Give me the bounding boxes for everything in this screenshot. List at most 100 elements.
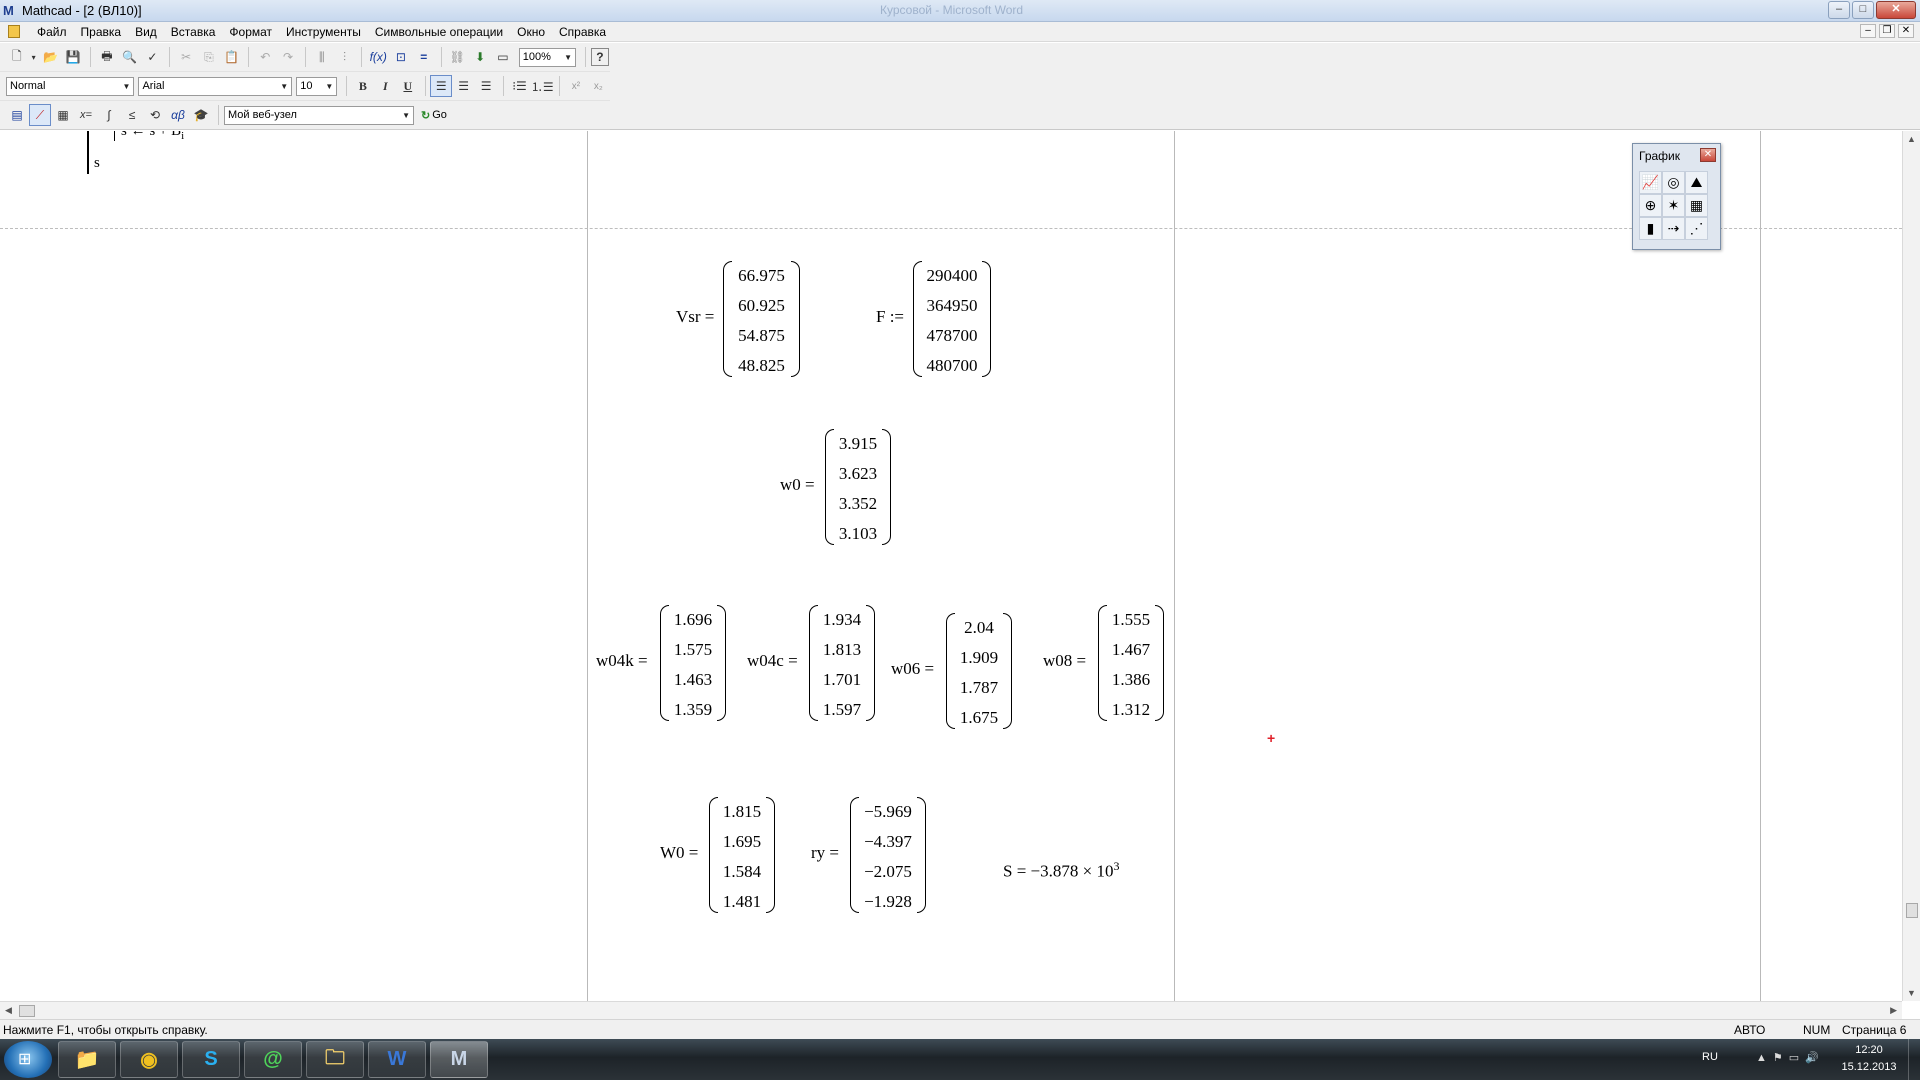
capital-w0-label[interactable]: W0 =: [660, 843, 698, 863]
programming-toolbar-icon[interactable]: ⟲: [144, 104, 166, 126]
xy-plot-icon[interactable]: 📈: [1639, 171, 1662, 194]
open-folder-icon[interactable]: 📂: [40, 46, 62, 68]
align-left-icon[interactable]: ☰: [430, 75, 452, 97]
contour-plot-icon[interactable]: ⊕: [1639, 194, 1662, 217]
menu-file[interactable]: Файл: [30, 24, 74, 40]
mathcad-app-icon[interactable]: M: [3, 3, 19, 19]
redo-icon[interactable]: ↷: [277, 46, 299, 68]
calculus-toolbar-icon[interactable]: ∫: [98, 104, 120, 126]
subscript-icon[interactable]: x₂: [588, 75, 609, 97]
w04c-label[interactable]: w04c =: [747, 651, 798, 671]
w0-matrix[interactable]: 3.915 3.623 3.352 3.103: [825, 429, 891, 545]
greek-toolbar-icon[interactable]: αβ: [167, 104, 189, 126]
clock-time[interactable]: 12:20: [1838, 1044, 1900, 1056]
w08-label[interactable]: w08 =: [1043, 651, 1086, 671]
align-center-icon[interactable]: ☰: [453, 75, 474, 97]
calculator-toolbar-icon[interactable]: ▤: [6, 104, 28, 126]
insert-function-icon[interactable]: f(x): [367, 46, 389, 68]
polar-plot-icon[interactable]: ◎: [1662, 171, 1685, 194]
doc-close-button[interactable]: ✕: [1898, 24, 1914, 38]
doc-minimize-button[interactable]: –: [1860, 24, 1876, 38]
insert-hyperlink-icon[interactable]: ⛓: [447, 46, 469, 68]
ry-label[interactable]: ry =: [811, 843, 839, 863]
menu-insert[interactable]: Вставка: [164, 24, 223, 40]
clock-date[interactable]: 15.12.2013: [1838, 1061, 1900, 1073]
doc-restore-button[interactable]: ❐: [1879, 24, 1895, 38]
taskbar-mail-agent-icon[interactable]: @: [244, 1041, 302, 1078]
font-size-select[interactable]: 10 ▼: [296, 76, 338, 96]
align-across-icon[interactable]: ⫼: [311, 46, 333, 68]
url-select[interactable]: Мой веб-узел ▼: [224, 105, 414, 125]
matrix-toolbar-icon[interactable]: ▦: [52, 104, 74, 126]
f-matrix[interactable]: 290400 364950 478700 480700: [913, 261, 991, 377]
menu-edit[interactable]: Правка: [74, 24, 129, 40]
style-select[interactable]: Normal ▼: [6, 76, 135, 96]
w06-matrix[interactable]: 2.04 1.909 1.787 1.675: [946, 613, 1012, 729]
spell-check-icon[interactable]: ✓: [142, 46, 164, 68]
taskbar-skype-icon[interactable]: S: [182, 1041, 240, 1078]
new-document-icon[interactable]: 🗋: [6, 46, 28, 68]
start-button[interactable]: ⊞: [4, 1041, 52, 1078]
component-wizard-icon[interactable]: ⬇: [469, 46, 491, 68]
zoom-select[interactable]: 100% ▼: [518, 47, 577, 67]
w04k-label[interactable]: w04k =: [596, 651, 648, 671]
bold-button[interactable]: B: [352, 75, 373, 97]
vsr-matrix[interactable]: 66.975 60.925 54.875 48.825: [723, 261, 800, 377]
save-icon[interactable]: 💾: [62, 46, 84, 68]
new-dropdown-icon[interactable]: ▾: [29, 46, 39, 68]
taskbar-word-icon[interactable]: W: [368, 1041, 426, 1078]
menu-tools[interactable]: Инструменты: [279, 24, 368, 40]
show-desktop-button[interactable]: [1908, 1039, 1920, 1080]
scroll-thumb[interactable]: [1906, 903, 1918, 918]
scroll-down-icon[interactable]: ▼: [1907, 988, 1916, 998]
surface-plot-icon[interactable]: ⛰: [1685, 171, 1708, 194]
vertical-scrollbar[interactable]: ▲ ▼: [1902, 131, 1920, 1001]
w04k-matrix[interactable]: 1.696 1.575 1.463 1.359: [660, 605, 726, 721]
run-resources-icon[interactable]: ▭: [492, 46, 514, 68]
menu-view[interactable]: Вид: [128, 24, 164, 40]
scroll-up-icon[interactable]: ▲: [1907, 134, 1916, 144]
vsr-label[interactable]: Vsr =: [676, 307, 714, 327]
calculate-icon[interactable]: =: [413, 46, 435, 68]
scroll-thumb[interactable]: [19, 1005, 35, 1017]
3d-bar-icon[interactable]: ▦: [1685, 194, 1708, 217]
taskbar-mathcad-icon[interactable]: M: [430, 1041, 488, 1078]
w0-label[interactable]: w0 =: [780, 475, 815, 495]
close-button[interactable]: ✕: [1876, 1, 1916, 19]
menu-window[interactable]: Окно: [510, 24, 552, 40]
go-button[interactable]: ↻ Go: [418, 109, 450, 122]
insert-unit-icon[interactable]: ⊡: [390, 46, 412, 68]
symbolic-toolbar-icon[interactable]: 🎓: [190, 104, 212, 126]
menu-help[interactable]: Справка: [552, 24, 613, 40]
w06-label[interactable]: w06 =: [891, 659, 934, 679]
3d-plot-wizard-icon[interactable]: ⇢: [1662, 217, 1685, 240]
undo-icon[interactable]: ↶: [254, 46, 276, 68]
numbered-list-icon[interactable]: ⒈☰: [531, 75, 554, 97]
language-indicator[interactable]: RU: [1702, 1051, 1718, 1063]
horizontal-scrollbar[interactable]: ◀ ▶: [0, 1001, 1902, 1019]
menu-symbolics[interactable]: Символьные операции: [368, 24, 510, 40]
capital-w0-matrix[interactable]: 1.815 1.695 1.584 1.481: [709, 797, 775, 913]
program-line-1[interactable]: s ← s + Bi: [121, 131, 184, 142]
program-return-value[interactable]: s: [94, 155, 100, 172]
help-icon[interactable]: ?: [591, 48, 609, 66]
bullet-list-icon[interactable]: ⁝☰: [509, 75, 530, 97]
taskbar-explorer-icon[interactable]: 📁: [58, 1041, 116, 1078]
ry-matrix[interactable]: −5.969 −4.397 −2.075 −1.928: [850, 797, 926, 913]
align-down-icon[interactable]: ⫶: [334, 46, 356, 68]
print-icon[interactable]: 🖶: [96, 46, 118, 68]
w04c-matrix[interactable]: 1.934 1.813 1.701 1.597: [809, 605, 875, 721]
w08-matrix[interactable]: 1.555 1.467 1.386 1.312: [1098, 605, 1164, 721]
worksheet[interactable]: s ← s + Bi s Vsr = 66.975 60.925 54.875 …: [0, 131, 1902, 1001]
paste-icon[interactable]: 📋: [221, 46, 243, 68]
boolean-toolbar-icon[interactable]: ≤: [121, 104, 143, 126]
underline-button[interactable]: U: [397, 75, 418, 97]
f-label[interactable]: F :=: [876, 307, 904, 327]
graph-toolbar-icon[interactable]: ⟋: [29, 104, 51, 126]
palette-close-button[interactable]: ✕: [1700, 148, 1716, 162]
cut-icon[interactable]: ✂: [175, 46, 197, 68]
italic-button[interactable]: I: [375, 75, 396, 97]
font-select[interactable]: Arial ▼: [138, 76, 293, 96]
s-result[interactable]: S = −3.878 × 103: [1003, 859, 1119, 882]
menu-format[interactable]: Формат: [222, 24, 279, 40]
